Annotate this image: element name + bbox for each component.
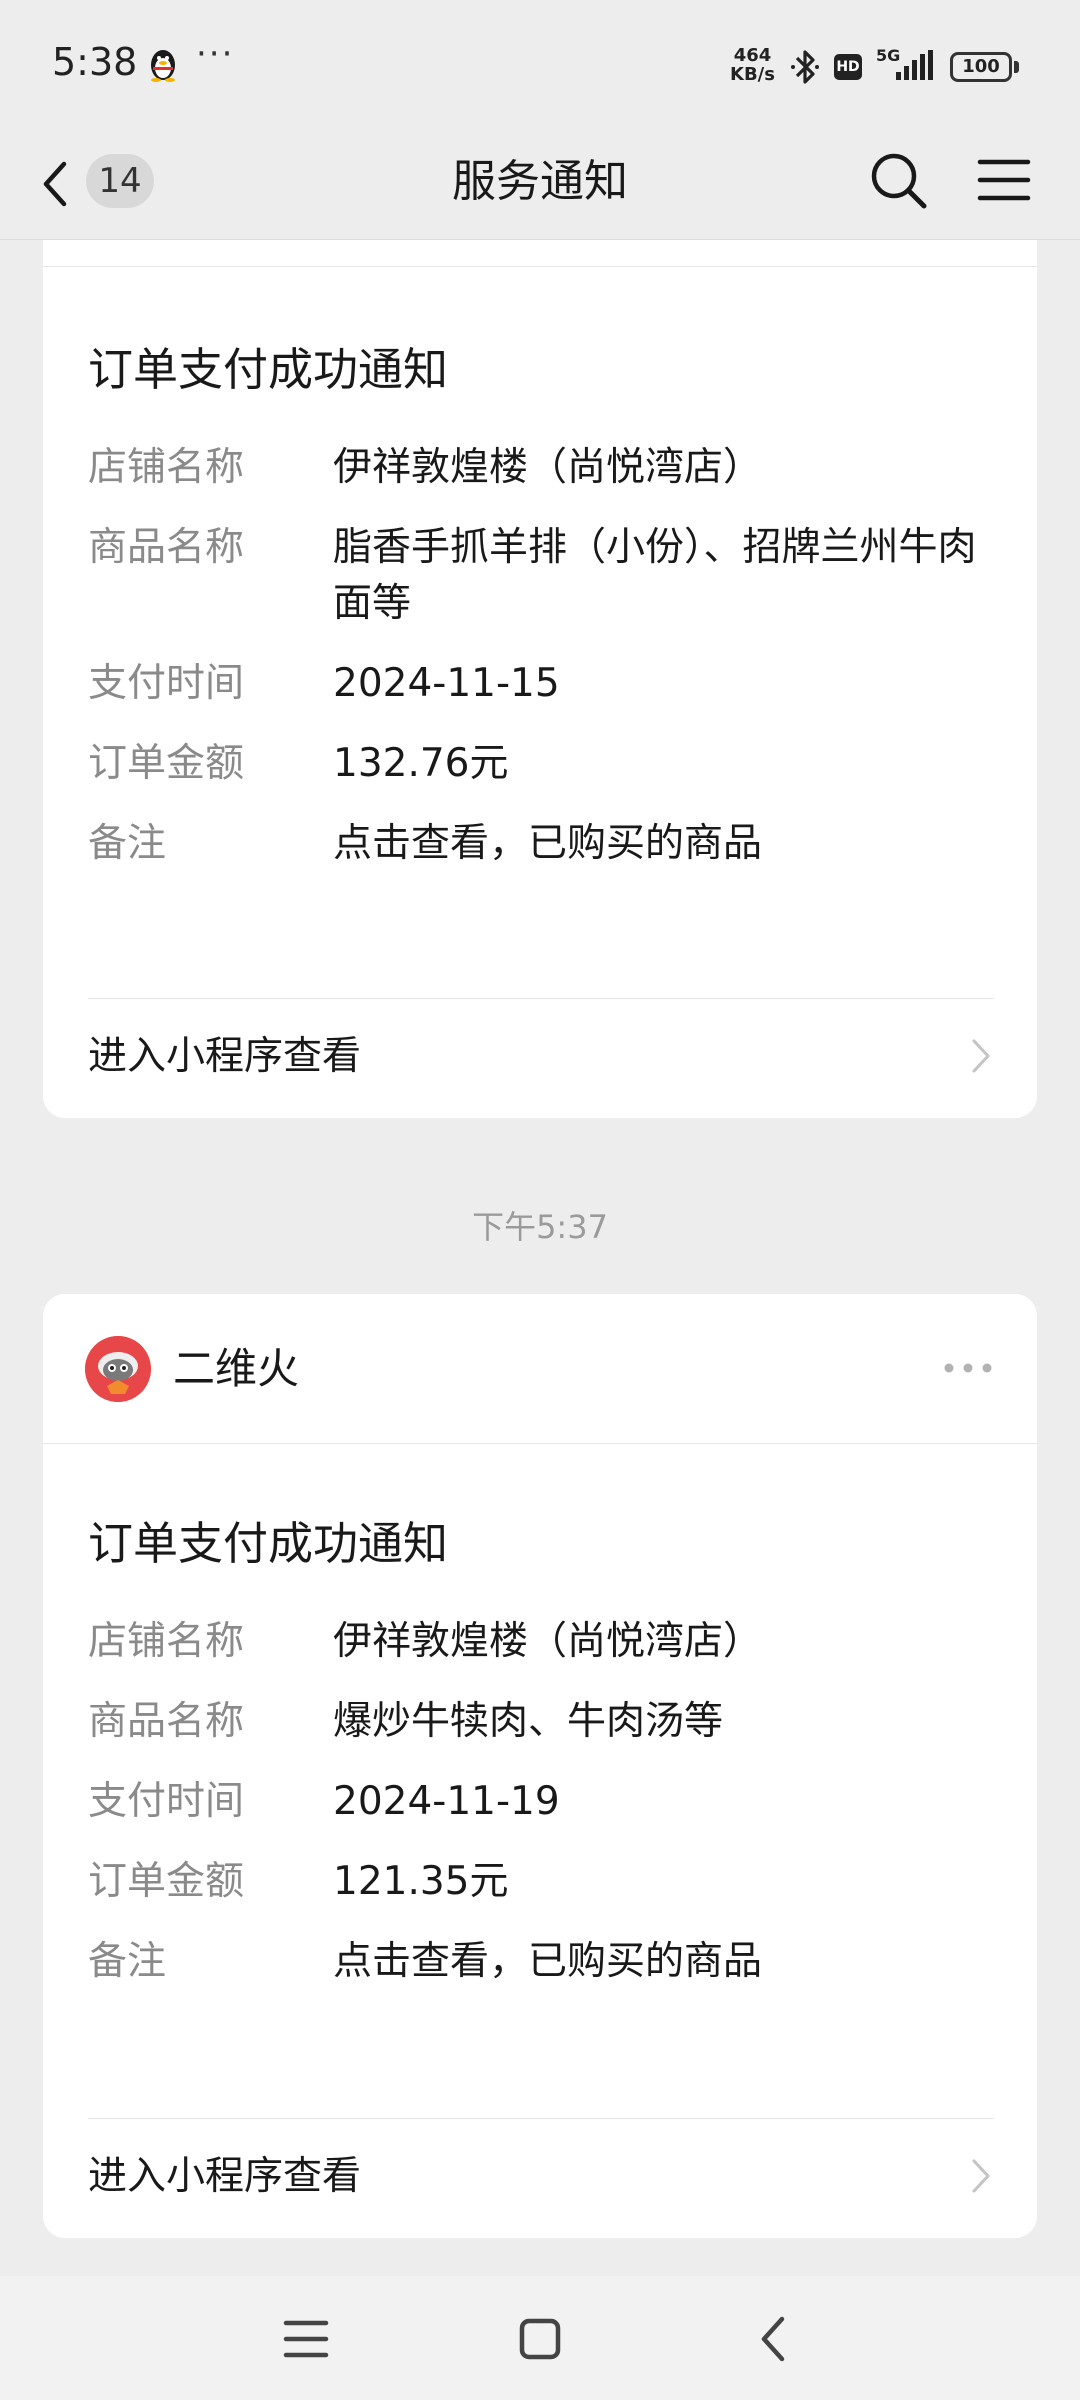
field-row-store: 店铺名称 伊祥敦煌楼（尚悦湾店）: [88, 440, 994, 496]
notification-card: 二维火 订单支付成功通知 店铺名称 伊祥敦煌楼（尚悦湾店） 商品名称 爆炒牛犊肉…: [43, 1294, 1037, 2238]
notification-card: 订单支付成功通知 店铺名称 伊祥敦煌楼（尚悦湾店） 商品名称 脂香手抓羊排（小份…: [43, 240, 1037, 1118]
field-row-product: 商品名称 脂香手抓羊排（小份）、招牌兰州牛肉面等: [88, 520, 994, 632]
home-icon[interactable]: [512, 2314, 568, 2364]
field-value: 132.76元: [333, 741, 509, 786]
status-time: 5:38: [52, 40, 138, 84]
open-mini-program-link[interactable]: 进入小程序查看: [88, 998, 994, 1116]
card-header[interactable]: 二维火: [43, 1294, 1037, 1444]
field-row-note: 备注 点击查看，已购买的商品: [88, 816, 994, 872]
open-mini-program-label: 进入小程序查看: [88, 2154, 362, 2199]
field-row-pay-time: 支付时间 2024-11-19: [88, 1774, 994, 1830]
system-navigation-bar: [0, 2276, 1080, 2400]
field-value: 伊祥敦煌楼（尚悦湾店）: [333, 1619, 763, 1664]
field-label: 商品名称: [88, 1699, 245, 1744]
brand-avatar: [85, 1336, 151, 1402]
field-row-amount: 订单金额 121.35元: [88, 1854, 994, 1910]
battery-indicator: 100: [950, 52, 1012, 82]
nav-bar: 14 服务通知: [0, 130, 1080, 240]
screen: 5:38 ··· 464 KB/s HD 5G 100 14 服务通知 订单支付…: [0, 0, 1080, 2400]
card-body: 订单支付成功通知 店铺名称 伊祥敦煌楼（尚悦湾店） 商品名称 脂香手抓羊排（小份…: [88, 340, 994, 896]
field-label: 店铺名称: [88, 445, 245, 490]
open-mini-program-link[interactable]: 进入小程序查看: [88, 2118, 994, 2236]
open-mini-program-label: 进入小程序查看: [88, 1034, 362, 1079]
signal-strength-icon: [896, 50, 933, 80]
system-back-icon[interactable]: [746, 2314, 802, 2364]
field-row-product: 商品名称 爆炒牛犊肉、牛肉汤等: [88, 1694, 994, 1750]
field-value: 121.35元: [333, 1859, 509, 1904]
field-value: 点击查看，已购买的商品: [333, 1939, 763, 1984]
network-speed-value: 464: [733, 45, 772, 66]
card-body: 订单支付成功通知 店铺名称 伊祥敦煌楼（尚悦湾店） 商品名称 爆炒牛犊肉、牛肉汤…: [88, 1514, 994, 2014]
network-speed: 464 KB/s: [730, 46, 775, 84]
hd-voice-badge: HD: [834, 54, 862, 80]
field-value: 伊祥敦煌楼（尚悦湾店）: [333, 445, 763, 490]
search-icon[interactable]: [866, 148, 930, 212]
hamburger-icon[interactable]: [976, 152, 1032, 208]
field-value: 2024-11-19: [333, 1779, 560, 1824]
field-row-note: 备注 点击查看，已购买的商品: [88, 1934, 994, 1990]
field-label: 备注: [88, 821, 167, 866]
field-value: 脂香手抓羊排（小份）、招牌兰州牛肉面等: [333, 525, 977, 626]
more-notifications-icon: ···: [196, 34, 235, 74]
network-speed-unit: KB/s: [730, 64, 775, 85]
field-label: 订单金额: [88, 1859, 245, 1904]
status-bar: 5:38 ··· 464 KB/s HD 5G 100: [0, 0, 1080, 130]
brand-logo-icon: [85, 1336, 151, 1402]
bluetooth-icon: [791, 50, 819, 84]
field-row-amount: 订单金额 132.76元: [88, 736, 994, 792]
field-label: 支付时间: [88, 1779, 245, 1824]
message-timestamp: 下午5:37: [472, 1208, 608, 1246]
field-row-store: 店铺名称 伊祥敦煌楼（尚悦湾店）: [88, 1614, 994, 1670]
notice-title: 订单支付成功通知: [88, 1517, 449, 1570]
field-row-pay-time: 支付时间 2024-11-15: [88, 656, 994, 712]
chevron-right-icon: [972, 2159, 990, 2193]
brand-name: 二维火: [173, 1344, 300, 1393]
field-value: 点击查看，已购买的商品: [333, 821, 763, 866]
recent-apps-icon[interactable]: [278, 2314, 334, 2364]
chevron-right-icon: [972, 1039, 990, 1073]
field-label: 备注: [88, 1939, 167, 1984]
field-value: 爆炒牛犊肉、牛肉汤等: [333, 1699, 724, 1744]
card-header-divider: [43, 266, 1037, 267]
field-label: 订单金额: [88, 741, 245, 786]
battery-tip: [1014, 61, 1019, 73]
field-label: 商品名称: [88, 525, 245, 570]
field-label: 店铺名称: [88, 1619, 245, 1664]
notice-title: 订单支付成功通知: [88, 343, 449, 396]
more-dots-icon[interactable]: [941, 1352, 995, 1384]
qq-penguin-icon: [151, 50, 175, 82]
field-value: 2024-11-15: [333, 661, 560, 706]
field-label: 支付时间: [88, 661, 245, 706]
